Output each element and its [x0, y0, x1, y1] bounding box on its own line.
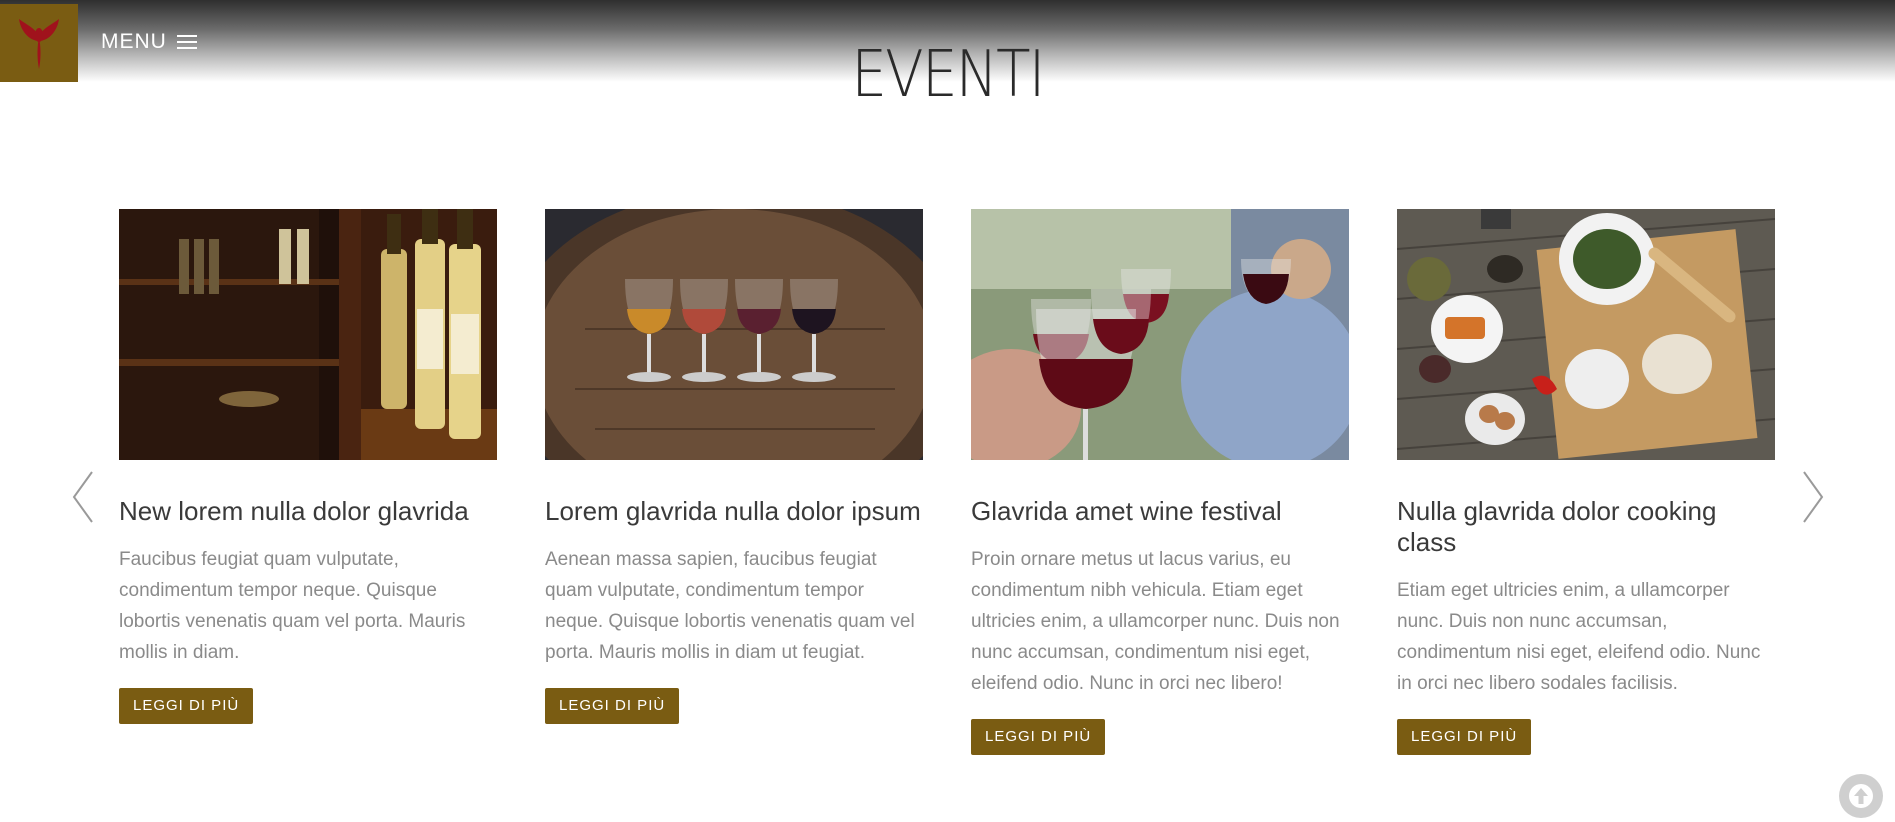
chevron-right-icon[interactable] — [1800, 470, 1826, 524]
event-description: Faucibus feugiat quam vulputate, condime… — [119, 549, 466, 663]
event-card: Lorem glavrida nulla dolor ipsum Aenean … — [545, 209, 923, 724]
event-image-wine-bottles[interactable] — [119, 209, 497, 460]
event-title: Glavrida amet wine festival — [971, 496, 1282, 526]
event-image-cooking[interactable] — [1397, 209, 1775, 460]
chevron-left-icon[interactable] — [70, 470, 96, 524]
logo[interactable] — [0, 4, 78, 82]
event-description: Etiam eget ultricies enim, a ullamcorper… — [1397, 580, 1761, 694]
event-image-wine-glasses[interactable] — [545, 209, 923, 460]
wine-leaf-logo-icon — [19, 19, 59, 69]
arrow-up-icon — [1849, 784, 1873, 808]
event-title: New lorem nulla dolor glavrida — [119, 496, 469, 526]
event-title: Nulla glavrida dolor cooking class — [1397, 496, 1717, 557]
read-more-button[interactable]: LEGGI DI PIÙ — [971, 719, 1106, 755]
event-title: Lorem glavrida nulla dolor ipsum — [545, 496, 921, 526]
read-more-button[interactable]: LEGGI DI PIÙ — [119, 688, 254, 724]
read-more-button[interactable]: LEGGI DI PIÙ — [545, 688, 680, 724]
page-title: EVENTI — [851, 38, 1045, 112]
event-card: Nulla glavrida dolor cooking class Etiam… — [1397, 209, 1775, 755]
event-card: New lorem nulla dolor glavrida Faucibus … — [119, 209, 497, 724]
event-description: Proin ornare metus ut lacus varius, eu c… — [971, 549, 1340, 694]
event-description: Aenean massa sapien, faucibus feugiat qu… — [545, 549, 915, 663]
event-card: Glavrida amet wine festival Proin ornare… — [971, 209, 1349, 755]
event-image-toasting[interactable] — [971, 209, 1349, 460]
read-more-button[interactable]: LEGGI DI PIÙ — [1397, 719, 1532, 755]
scroll-to-top-button[interactable] — [1839, 774, 1883, 818]
